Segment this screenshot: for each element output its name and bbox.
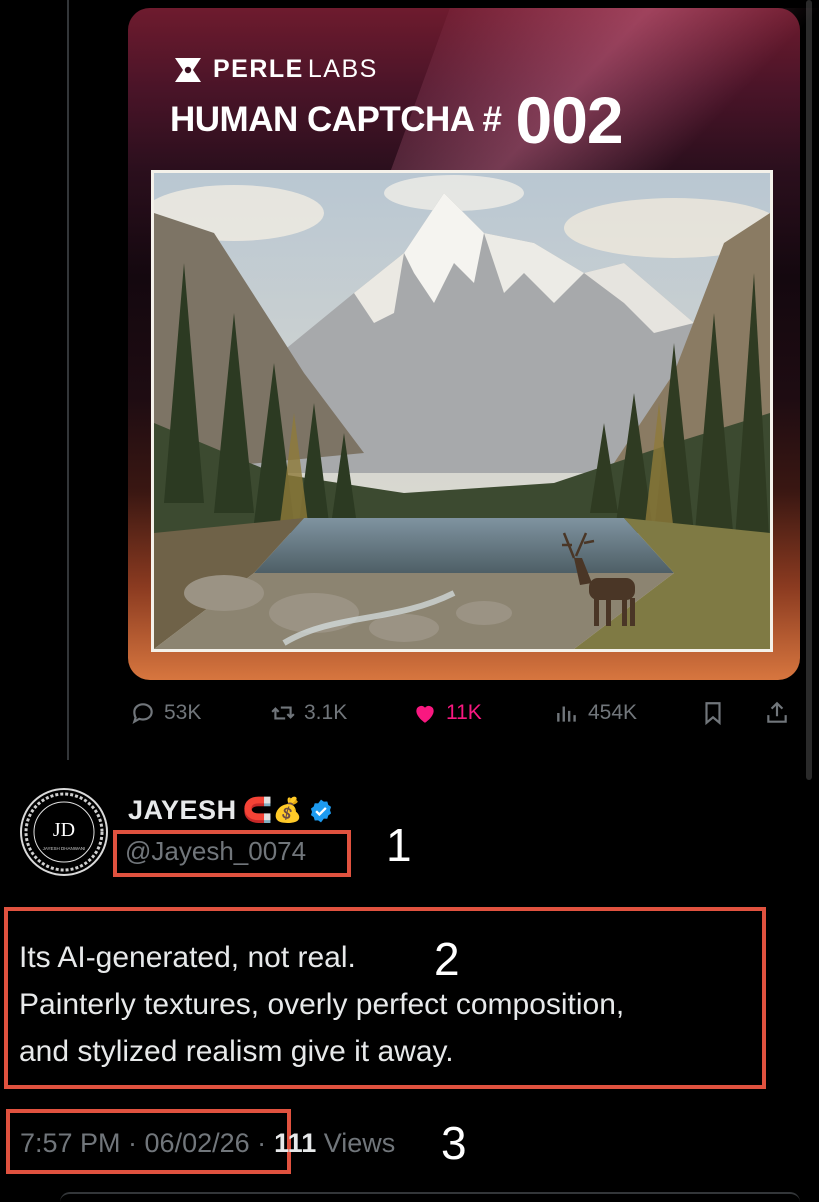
like-button[interactable]: 11K [412, 700, 482, 726]
reply-text-line-1: Its AI-generated, not real. [19, 941, 356, 974]
annotation-number-3: 3 [441, 1117, 467, 1169]
avatar-initials: JD [53, 819, 75, 841]
views-button[interactable]: 454K [554, 700, 637, 726]
annotation-number-2: 2 [434, 933, 460, 985]
next-post-edge [60, 1192, 800, 1202]
repost-button[interactable]: 3.1K [270, 700, 347, 726]
reply-icon [132, 703, 153, 724]
avatar[interactable]: JD JAYESH DHANWANI [20, 788, 108, 876]
brand-name-bold: PERLE [213, 55, 304, 83]
captcha-title-text: HUMAN CAPTCHA # [170, 100, 502, 139]
tweet-actions: 53K 3.1K 11K 454K [128, 700, 808, 732]
repost-icon [271, 706, 295, 720]
mountain-landscape-image[interactable] [151, 170, 773, 652]
author-handle[interactable]: @Jayesh_0074 [125, 836, 306, 867]
verified-badge-icon [311, 799, 332, 822]
reply-text-line-3: and stylized realism give it away. [19, 1035, 454, 1068]
thread-line [67, 0, 69, 760]
brand-name: PERLE LABS [213, 55, 378, 84]
jd-monogram-logo: JD JAYESH DHANWANI [24, 792, 104, 872]
reply-count: 53K [164, 701, 202, 724]
post-views-count: 111 [274, 1128, 317, 1158]
reply-button[interactable]: 53K [130, 700, 201, 726]
heart-icon [416, 705, 434, 723]
captcha-title: HUMAN CAPTCHA # 002 [170, 83, 624, 157]
analytics-icon [557, 706, 576, 722]
share-icon [767, 701, 787, 723]
post-meta: 7:57 PM · 06/02/26 · 111 Views [20, 1128, 395, 1159]
landscape-painting-svg [154, 173, 770, 649]
views-count: 454K [588, 701, 638, 724]
share-button[interactable] [764, 700, 790, 726]
reply-text: Its AI-generated, not real. Painterly te… [19, 934, 624, 1075]
author-emojis: 🧲💰 [242, 796, 303, 824]
brand-logo: PERLE LABS [173, 55, 378, 84]
perle-logo-icon [175, 57, 201, 82]
brand-name-light: LABS [307, 55, 378, 83]
avatar-caption: JAYESH DHANWANI [43, 846, 86, 851]
author-name[interactable]: JAYESH [128, 795, 237, 826]
bookmark-icon [705, 702, 721, 726]
captcha-number: 002 [515, 83, 623, 157]
like-count: 11K [446, 701, 482, 724]
annotation-number-1: 1 [386, 819, 412, 871]
post-views-label: Views [323, 1128, 396, 1158]
post-timestamp[interactable]: 7:57 PM · 06/02/26 · [20, 1128, 266, 1159]
author-name-row[interactable]: JAYESH 🧲💰 [128, 795, 334, 826]
repost-count: 3.1K [304, 701, 348, 724]
bookmark-button[interactable] [700, 700, 726, 726]
reply-text-line-2: Painterly textures, overly perfect compo… [19, 988, 625, 1021]
